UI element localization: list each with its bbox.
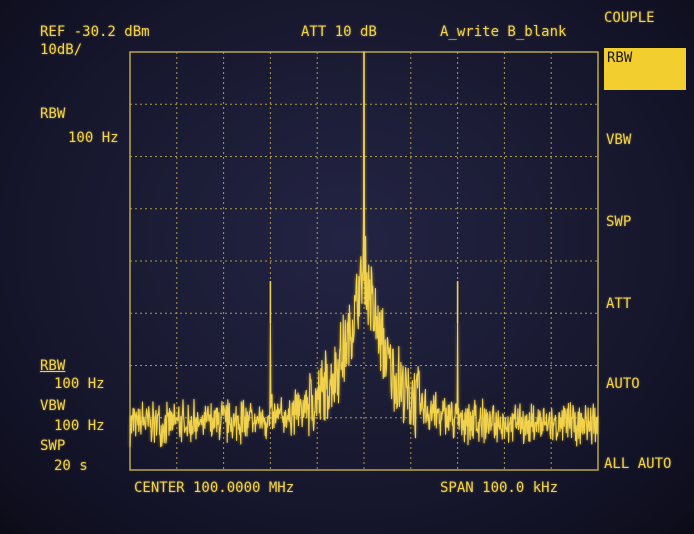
softkey-rbw-label: RBW: [607, 50, 633, 66]
softkey-menu-title: COUPLE: [604, 10, 655, 26]
span-readout: SPAN 100.0 kHz: [440, 480, 559, 496]
vbw-label: VBW: [40, 398, 66, 414]
analyzer-screen: REF -30.2 dBm 10dB/ ATT 10 dB A_write B_…: [0, 0, 694, 534]
softkey-vbw[interactable]: VBW: [606, 132, 631, 148]
trace-mode-readout: A_write B_blank: [440, 24, 567, 40]
softkey-rbw[interactable]: RBW: [604, 48, 686, 90]
center-frequency-readout: CENTER 100.0000 MHz: [134, 480, 295, 496]
softkey-auto[interactable]: AUTO: [606, 376, 640, 392]
softkey-swp[interactable]: SWP: [606, 214, 631, 230]
rbw-coupled-value: 100 Hz: [54, 376, 105, 392]
rbw-value: 100 Hz: [68, 130, 119, 146]
attenuation-readout: ATT 10 dB: [301, 24, 377, 40]
swp-label: SWP: [40, 438, 66, 454]
softkey-att[interactable]: ATT: [606, 296, 631, 312]
swp-value: 20 s: [54, 458, 88, 474]
scale-readout: 10dB/: [40, 42, 83, 58]
rbw-coupled-label: RBW: [40, 358, 66, 374]
spectrum-plot: [129, 51, 599, 471]
ref-level-readout: REF -30.2 dBm: [40, 24, 150, 40]
vbw-value: 100 Hz: [54, 418, 105, 434]
rbw-label: RBW: [40, 106, 66, 122]
softkey-all-auto[interactable]: ALL AUTO: [604, 456, 671, 472]
